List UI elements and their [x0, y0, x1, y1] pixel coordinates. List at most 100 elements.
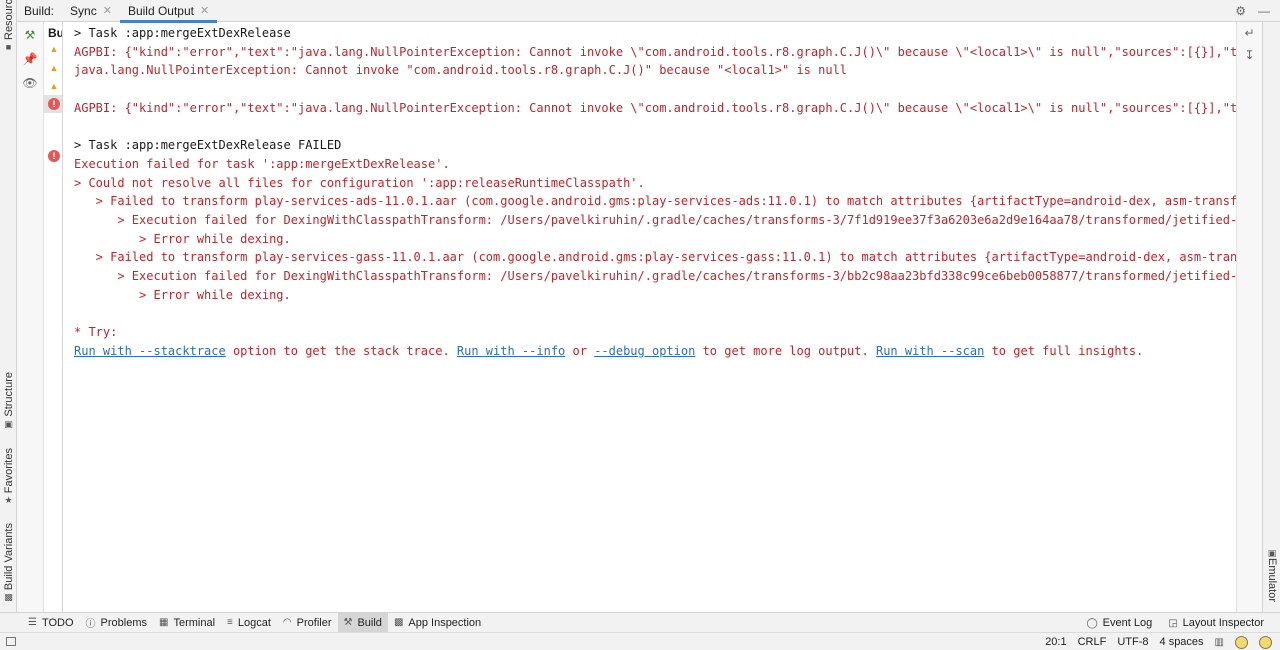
build-tool-button[interactable]: ⚒ Build	[337, 612, 388, 633]
build-tree[interactable]: Build ▲ ▲ ▲ ! !	[44, 22, 63, 612]
tab-build-output[interactable]: Build Output ✕	[119, 0, 218, 23]
right-tool-stripe: ▣ Emulator	[1262, 22, 1280, 612]
emulator-tab[interactable]: ▣ Emulator	[1263, 546, 1280, 602]
soft-wrap-icon[interactable]: ↵	[1244, 26, 1254, 40]
event-log-tool-button[interactable]: ◯ Event Log	[1080, 613, 1158, 633]
console-line: > Failed to transform play-services-gass…	[74, 250, 1236, 265]
happy-feedback-icon[interactable]	[1235, 635, 1248, 649]
build-tree-root[interactable]: Build	[44, 26, 62, 40]
structure-label: Structure	[2, 372, 15, 417]
warning-icon[interactable]: ▲	[48, 80, 60, 92]
problems-tool-button[interactable]: ⓘ Problems	[80, 613, 153, 633]
app-inspection-label: App Inspection	[408, 616, 482, 629]
eye-icon[interactable]: 👁	[21, 74, 39, 92]
try-text: or	[565, 343, 595, 358]
warning-icon[interactable]: ▲	[48, 62, 60, 74]
gear-icon[interactable]: ⚙	[1235, 4, 1246, 18]
layout-inspector-icon: ◲	[1168, 617, 1178, 629]
tab-sync[interactable]: Sync ✕	[62, 0, 120, 22]
close-icon[interactable]: ✕	[200, 4, 209, 17]
resource-manager-label: Resource	[2, 0, 15, 40]
bottom-tool-bar: ☰ TODO ⓘ Problems ▦ Terminal ≡ Logcat ◠ Profi…	[0, 612, 1280, 633]
layout-inspector-tool-button[interactable]: ◲ Layout Inspector	[1162, 613, 1270, 633]
emulator-icon: ▣	[1267, 548, 1277, 558]
build-tool-window-header: Build: Sync ✕ Build Output ✕ ⚙ —	[17, 0, 1280, 23]
layout-inspector-label: Layout Inspector	[1182, 617, 1264, 629]
close-icon[interactable]: ✕	[103, 4, 112, 17]
error-icon[interactable]: !	[48, 150, 60, 162]
emulator-label: Emulator	[1266, 558, 1278, 603]
todo-label: TODO	[41, 616, 74, 629]
hammer-icon: ⚒	[343, 617, 353, 628]
stacktrace-link[interactable]: Run with --stacktrace	[74, 344, 226, 358]
file-encoding[interactable]: UTF-8	[1117, 636, 1148, 648]
console-line: > Error while dexing.	[74, 287, 291, 302]
app-inspection-tool-button[interactable]: ▩ App Inspection	[388, 613, 487, 633]
lock-icon[interactable]: ▥	[1215, 637, 1224, 648]
tab-build-output-label: Build Output	[127, 3, 194, 18]
warning-icon[interactable]: ▲	[48, 43, 60, 55]
caret-position[interactable]: 20:1	[1045, 636, 1066, 648]
status-bar: 20:1 CRLF UTF-8 4 spaces ▥	[0, 632, 1280, 650]
minimize-icon[interactable]: —	[1258, 4, 1270, 18]
console-line: AGPBI: {"kind":"error","text":"java.lang…	[74, 44, 1236, 59]
info-icon: ⓘ	[85, 619, 96, 630]
console-line: * Try:	[74, 325, 118, 339]
event-log-label: Event Log	[1102, 617, 1153, 629]
terminal-label: Terminal	[173, 616, 216, 629]
console-line: java.lang.NullPointerException: Cannot i…	[74, 63, 848, 78]
console-line: AGPBI: {"kind":"error","text":"java.lang…	[74, 100, 1236, 115]
logcat-icon: ≡	[227, 617, 233, 628]
gauge-icon: ◠	[282, 617, 292, 628]
list-icon: ☰	[28, 617, 37, 628]
terminal-tool-button[interactable]: ▦ Terminal	[153, 613, 221, 633]
left-tool-stripe: Resource ■ Structure ▣ Favorites ★ Build…	[0, 0, 17, 612]
status-bar-right: 20:1 CRLF UTF-8 4 spaces ▥	[1045, 633, 1272, 650]
header-controls: ⚙ —	[1235, 0, 1280, 22]
star-icon: ★	[4, 495, 13, 506]
build-variants-tab[interactable]: Build Variants ▩	[0, 523, 17, 602]
debug-link[interactable]: --debug option	[594, 344, 695, 358]
tool-windows-toggle-icon[interactable]	[6, 637, 16, 646]
profiler-tool-button[interactable]: ◠ Profiler	[277, 613, 338, 633]
problems-label: Problems	[100, 616, 148, 629]
structure-tab[interactable]: Structure ▣	[0, 372, 17, 429]
try-text: to get more log output.	[695, 343, 876, 358]
sad-feedback-icon[interactable]	[1259, 635, 1272, 649]
build-window-title: Build:	[24, 3, 55, 18]
todo-tool-button[interactable]: ☰ TODO	[22, 613, 80, 633]
error-icon[interactable]: !	[48, 98, 60, 110]
indent-setting[interactable]: 4 spaces	[1160, 636, 1204, 648]
try-text: to get full insights.	[984, 343, 1144, 358]
tab-sync-label: Sync	[70, 3, 97, 18]
info-link[interactable]: Run with --info	[457, 344, 565, 358]
pin-icon[interactable]: 📌	[21, 50, 39, 68]
build-variants-icon: ▩	[4, 592, 13, 603]
build-variants-label: Build Variants	[2, 523, 15, 591]
favorites-tab[interactable]: Favorites ★	[0, 448, 17, 505]
inspection-icon: ▩	[393, 617, 404, 628]
profiler-label: Profiler	[296, 616, 332, 629]
terminal-icon: ▦	[159, 617, 169, 628]
speech-bubble-icon: ◯	[1086, 617, 1098, 629]
resource-manager-tab[interactable]: Resource ■	[0, 0, 17, 52]
build-label: Build	[357, 616, 382, 629]
console-line: Execution failed for task ':app:mergeExt…	[74, 156, 450, 171]
line-separator[interactable]: CRLF	[1078, 636, 1107, 648]
console-line: > Error while dexing.	[74, 231, 291, 246]
build-output-console[interactable]: > Task :app:mergeExtDexRelease AGPBI: {"…	[64, 22, 1236, 612]
console-line: > Failed to transform play-services-ads-…	[74, 194, 1236, 209]
bottom-tool-bar-right: ◯ Event Log ◲ Layout Inspector	[1080, 613, 1270, 633]
console-side-toolbar: ↵ ↧	[1236, 22, 1262, 612]
logcat-tool-button[interactable]: ≡ Logcat	[221, 613, 277, 633]
scroll-to-end-icon[interactable]: ↧	[1244, 48, 1254, 62]
favorites-label: Favorites	[2, 448, 15, 494]
resource-manager-icon: ■	[5, 42, 12, 52]
console-line: > Could not resolve all files for config…	[74, 175, 645, 190]
scan-link[interactable]: Run with --scan	[876, 344, 984, 358]
build-hammer-icon[interactable]: ⚒	[21, 26, 39, 44]
build-panel-toolbar: ⚒ 📌 👁	[17, 22, 44, 612]
